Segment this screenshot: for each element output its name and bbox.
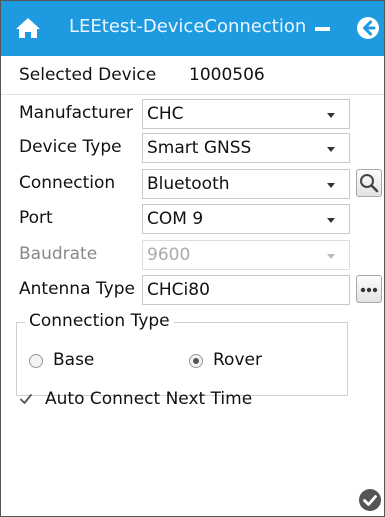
back-arrow-icon[interactable] <box>356 16 380 40</box>
port-value: COM 9 <box>147 209 204 229</box>
radio-rover-indicator <box>189 354 203 368</box>
search-device-button[interactable] <box>356 169 382 197</box>
antenna-type-row: Antenna Type CHCi80 <box>1 273 384 307</box>
device-type-value: Smart GNSS <box>147 138 252 158</box>
device-connection-window: LEEtest-DeviceConnection Selected Device… <box>0 0 385 517</box>
device-type-row: Device Type Smart GNSS <box>1 131 384 165</box>
selected-device-value: 1000506 <box>189 65 265 85</box>
manufacturer-row: Manufacturer CHC <box>1 97 384 131</box>
more-dots-icon <box>360 287 378 293</box>
manufacturer-label: Manufacturer <box>19 103 133 123</box>
selected-device-label: Selected Device <box>19 65 157 85</box>
auto-connect-checkbox[interactable]: Auto Connect Next Time <box>19 387 319 411</box>
chevron-down-icon <box>327 254 335 259</box>
radio-rover-label: Rover <box>213 350 262 370</box>
connection-value: Bluetooth <box>147 174 230 194</box>
chevron-down-icon <box>327 147 335 152</box>
port-select[interactable]: COM 9 <box>142 204 350 234</box>
chevron-down-icon <box>327 183 335 188</box>
radio-base-indicator <box>29 354 43 368</box>
device-type-select[interactable]: Smart GNSS <box>142 133 350 163</box>
antenna-type-value: CHCi80 <box>147 280 210 300</box>
port-label: Port <box>19 208 53 228</box>
chevron-down-icon <box>327 113 335 118</box>
search-icon <box>360 174 379 193</box>
port-row: Port COM 9 <box>1 202 384 236</box>
divider <box>1 94 384 95</box>
baudrate-select: 9600 <box>142 240 350 270</box>
connection-select[interactable]: Bluetooth <box>142 169 350 199</box>
connection-label: Connection <box>19 173 116 193</box>
baudrate-value: 9600 <box>147 245 191 265</box>
radio-base-label: Base <box>53 350 95 370</box>
manufacturer-select[interactable]: CHC <box>142 99 350 129</box>
auto-connect-label: Auto Connect Next Time <box>45 389 253 409</box>
title-bar: LEEtest-DeviceConnection <box>1 1 384 56</box>
antenna-browse-button[interactable] <box>356 275 382 303</box>
minimize-icon[interactable] <box>315 27 330 31</box>
selected-device-row: Selected Device 1000506 <box>1 59 384 93</box>
baudrate-row: Baudrate 9600 <box>1 238 384 272</box>
connection-row: Connection Bluetooth <box>1 167 384 201</box>
check-circle-icon[interactable] <box>358 488 382 512</box>
home-icon[interactable] <box>15 16 41 40</box>
antenna-type-label: Antenna Type <box>19 279 135 299</box>
window-title: LEEtest-DeviceConnection <box>69 16 307 37</box>
connection-type-group: Connection Type Base Rover <box>16 311 348 396</box>
device-type-label: Device Type <box>19 137 122 157</box>
chevron-down-icon <box>327 218 335 223</box>
connection-type-legend: Connection Type <box>25 311 174 331</box>
checkmark-icon <box>20 394 32 404</box>
baudrate-label: Baudrate <box>19 244 98 264</box>
manufacturer-value: CHC <box>147 104 184 124</box>
antenna-type-field[interactable]: CHCi80 <box>142 275 350 305</box>
